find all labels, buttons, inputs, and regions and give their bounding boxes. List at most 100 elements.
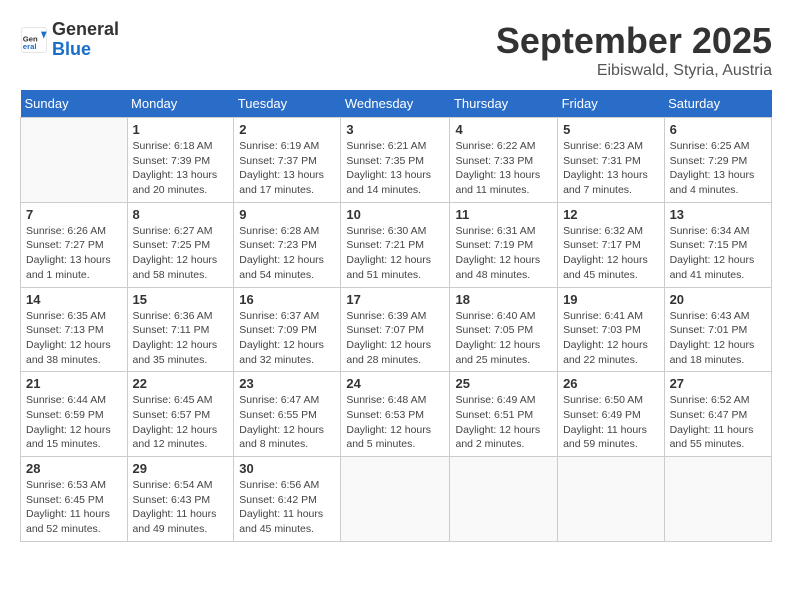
- calendar-cell: 3 Sunrise: 6:21 AMSunset: 7:35 PMDaylight…: [341, 118, 450, 203]
- day-number: 14: [26, 292, 122, 307]
- title-block: September 2025 Eibiswald, Styria, Austri…: [496, 20, 772, 80]
- day-number: 27: [670, 376, 766, 391]
- day-info: Sunrise: 6:32 AMSunset: 7:17 PMDaylight:…: [563, 224, 659, 283]
- calendar-cell: 23 Sunrise: 6:47 AMSunset: 6:55 PMDayligh…: [234, 372, 341, 457]
- calendar-cell: 6 Sunrise: 6:25 AMSunset: 7:29 PMDaylight…: [664, 118, 771, 203]
- weekday-header-monday: Monday: [127, 90, 234, 118]
- calendar-cell: 2 Sunrise: 6:19 AMSunset: 7:37 PMDaylight…: [234, 118, 341, 203]
- calendar-cell: 20 Sunrise: 6:43 AMSunset: 7:01 PMDayligh…: [664, 287, 771, 372]
- day-info: Sunrise: 6:40 AMSunset: 7:05 PMDaylight:…: [455, 309, 552, 368]
- day-number: 20: [670, 292, 766, 307]
- calendar-cell: 30Sunrise: 6:56 AMSunset: 6:42 PMDayligh…: [234, 457, 341, 542]
- calendar-table: SundayMondayTuesdayWednesdayThursdayFrid…: [20, 90, 772, 542]
- day-info: Sunrise: 6:39 AMSunset: 7:07 PMDaylight:…: [346, 309, 444, 368]
- weekday-header-friday: Friday: [558, 90, 665, 118]
- day-info: Sunrise: 6:21 AMSunset: 7:35 PMDaylight:…: [346, 139, 444, 198]
- calendar-cell: 13Sunrise: 6:34 AMSunset: 7:15 PMDayligh…: [664, 202, 771, 287]
- day-number: 28: [26, 461, 122, 476]
- day-info: Sunrise: 6:37 AMSunset: 7:09 PMDaylight:…: [239, 309, 335, 368]
- day-number: 29: [133, 461, 229, 476]
- calendar-cell: 17 Sunrise: 6:39 AMSunset: 7:07 PMDayligh…: [341, 287, 450, 372]
- calendar-cell: 19 Sunrise: 6:41 AMSunset: 7:03 PMDayligh…: [558, 287, 665, 372]
- day-info: Sunrise: 6:53 AMSunset: 6:45 PMDaylight:…: [26, 478, 122, 537]
- calendar-cell: 27 Sunrise: 6:52 AMSunset: 6:47 PMDayligh…: [664, 372, 771, 457]
- day-number: 22: [133, 376, 229, 391]
- day-info: Sunrise: 6:19 AMSunset: 7:37 PMDaylight:…: [239, 139, 335, 198]
- calendar-cell: [341, 457, 450, 542]
- calendar-cell: 24Sunrise: 6:48 AMSunset: 6:53 PMDayligh…: [341, 372, 450, 457]
- day-number: 15: [133, 292, 229, 307]
- day-number: 8: [133, 207, 229, 222]
- calendar-cell: [450, 457, 558, 542]
- day-info: Sunrise: 6:35 AMSunset: 7:13 PMDaylight:…: [26, 309, 122, 368]
- calendar-cell: 15 Sunrise: 6:36 AMSunset: 7:11 PMDayligh…: [127, 287, 234, 372]
- calendar-cell: 29Sunrise: 6:54 AMSunset: 6:43 PMDayligh…: [127, 457, 234, 542]
- month-title: September 2025: [496, 20, 772, 62]
- day-number: 10: [346, 207, 444, 222]
- calendar-cell: 18Sunrise: 6:40 AMSunset: 7:05 PMDayligh…: [450, 287, 558, 372]
- day-number: 9: [239, 207, 335, 222]
- day-number: 19: [563, 292, 659, 307]
- day-info: Sunrise: 6:30 AMSunset: 7:21 PMDaylight:…: [346, 224, 444, 283]
- day-info: Sunrise: 6:44 AMSunset: 6:59 PMDaylight:…: [26, 393, 122, 452]
- calendar-cell: [21, 118, 128, 203]
- day-number: 21: [26, 376, 122, 391]
- day-number: 3: [346, 122, 444, 137]
- page-header: Gen eral General Blue September 2025 Eib…: [20, 20, 772, 80]
- day-number: 23: [239, 376, 335, 391]
- day-number: 2: [239, 122, 335, 137]
- day-number: 7: [26, 207, 122, 222]
- svg-text:eral: eral: [23, 42, 37, 51]
- day-info: Sunrise: 6:52 AMSunset: 6:47 PMDaylight:…: [670, 393, 766, 452]
- day-info: Sunrise: 6:31 AMSunset: 7:19 PMDaylight:…: [455, 224, 552, 283]
- day-info: Sunrise: 6:48 AMSunset: 6:53 PMDaylight:…: [346, 393, 444, 452]
- calendar-week-5: 28 Sunrise: 6:53 AMSunset: 6:45 PMDayligh…: [21, 457, 772, 542]
- calendar-cell: 12 Sunrise: 6:32 AMSunset: 7:17 PMDayligh…: [558, 202, 665, 287]
- day-info: Sunrise: 6:28 AMSunset: 7:23 PMDaylight:…: [239, 224, 335, 283]
- calendar-cell: 9 Sunrise: 6:28 AMSunset: 7:23 PMDaylight…: [234, 202, 341, 287]
- day-number: 4: [455, 122, 552, 137]
- logo-blue: Blue: [52, 40, 119, 60]
- day-info: Sunrise: 6:18 AMSunset: 7:39 PMDaylight:…: [133, 139, 229, 198]
- weekday-header-wednesday: Wednesday: [341, 90, 450, 118]
- day-info: Sunrise: 6:36 AMSunset: 7:11 PMDaylight:…: [133, 309, 229, 368]
- day-info: Sunrise: 6:27 AMSunset: 7:25 PMDaylight:…: [133, 224, 229, 283]
- day-number: 12: [563, 207, 659, 222]
- day-info: Sunrise: 6:41 AMSunset: 7:03 PMDaylight:…: [563, 309, 659, 368]
- day-info: Sunrise: 6:23 AMSunset: 7:31 PMDaylight:…: [563, 139, 659, 198]
- calendar-week-4: 21 Sunrise: 6:44 AMSunset: 6:59 PMDayligh…: [21, 372, 772, 457]
- calendar-cell: 4 Sunrise: 6:22 AMSunset: 7:33 PMDaylight…: [450, 118, 558, 203]
- calendar-header-row: SundayMondayTuesdayWednesdayThursdayFrid…: [21, 90, 772, 118]
- day-number: 6: [670, 122, 766, 137]
- calendar-cell: 7 Sunrise: 6:26 AMSunset: 7:27 PMDaylight…: [21, 202, 128, 287]
- logo-icon: Gen eral: [20, 26, 48, 54]
- day-info: Sunrise: 6:43 AMSunset: 7:01 PMDaylight:…: [670, 309, 766, 368]
- calendar-cell: [664, 457, 771, 542]
- day-number: 17: [346, 292, 444, 307]
- weekday-header-tuesday: Tuesday: [234, 90, 341, 118]
- weekday-header-saturday: Saturday: [664, 90, 771, 118]
- calendar-cell: 25Sunrise: 6:49 AMSunset: 6:51 PMDayligh…: [450, 372, 558, 457]
- calendar-cell: 28 Sunrise: 6:53 AMSunset: 6:45 PMDayligh…: [21, 457, 128, 542]
- day-number: 30: [239, 461, 335, 476]
- day-info: Sunrise: 6:34 AMSunset: 7:15 PMDaylight:…: [670, 224, 766, 283]
- calendar-cell: 16Sunrise: 6:37 AMSunset: 7:09 PMDayligh…: [234, 287, 341, 372]
- day-info: Sunrise: 6:45 AMSunset: 6:57 PMDaylight:…: [133, 393, 229, 452]
- calendar-cell: 22 Sunrise: 6:45 AMSunset: 6:57 PMDayligh…: [127, 372, 234, 457]
- calendar-week-3: 14 Sunrise: 6:35 AMSunset: 7:13 PMDayligh…: [21, 287, 772, 372]
- day-info: Sunrise: 6:49 AMSunset: 6:51 PMDaylight:…: [455, 393, 552, 452]
- calendar-week-2: 7 Sunrise: 6:26 AMSunset: 7:27 PMDaylight…: [21, 202, 772, 287]
- calendar-cell: 1Sunrise: 6:18 AMSunset: 7:39 PMDaylight…: [127, 118, 234, 203]
- calendar-week-1: 1Sunrise: 6:18 AMSunset: 7:39 PMDaylight…: [21, 118, 772, 203]
- calendar-cell: 21 Sunrise: 6:44 AMSunset: 6:59 PMDayligh…: [21, 372, 128, 457]
- calendar-cell: 5 Sunrise: 6:23 AMSunset: 7:31 PMDaylight…: [558, 118, 665, 203]
- day-info: Sunrise: 6:26 AMSunset: 7:27 PMDaylight:…: [26, 224, 122, 283]
- calendar-cell: 26Sunrise: 6:50 AMSunset: 6:49 PMDayligh…: [558, 372, 665, 457]
- calendar-cell: [558, 457, 665, 542]
- day-info: Sunrise: 6:47 AMSunset: 6:55 PMDaylight:…: [239, 393, 335, 452]
- logo: Gen eral General Blue: [20, 20, 119, 60]
- day-number: 5: [563, 122, 659, 137]
- day-info: Sunrise: 6:25 AMSunset: 7:29 PMDaylight:…: [670, 139, 766, 198]
- calendar-cell: 10 Sunrise: 6:30 AMSunset: 7:21 PMDayligh…: [341, 202, 450, 287]
- day-info: Sunrise: 6:22 AMSunset: 7:33 PMDaylight:…: [455, 139, 552, 198]
